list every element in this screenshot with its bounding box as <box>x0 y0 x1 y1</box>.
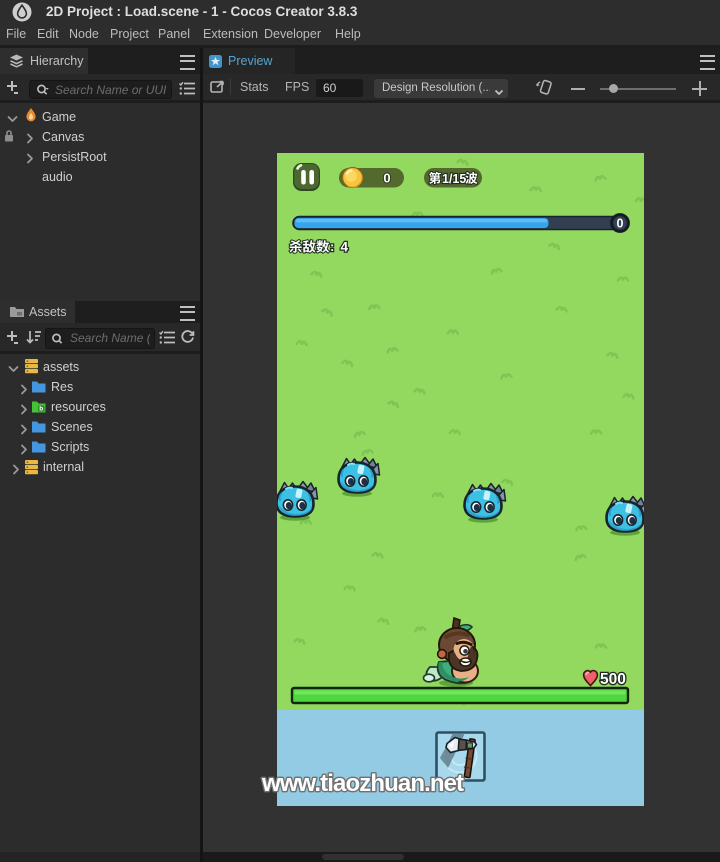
svg-text:0: 0 <box>383 171 390 186</box>
svg-text:4: 4 <box>341 240 349 255</box>
svg-text:500: 500 <box>600 671 626 688</box>
svg-text::: : <box>330 239 334 254</box>
svg-text:1/15: 1/15 <box>442 172 466 186</box>
svg-text:b: b <box>39 406 43 413</box>
svg-text:www.tiaozhuan.net: www.tiaozhuan.net <box>261 770 464 797</box>
svg-text:0: 0 <box>617 217 624 231</box>
